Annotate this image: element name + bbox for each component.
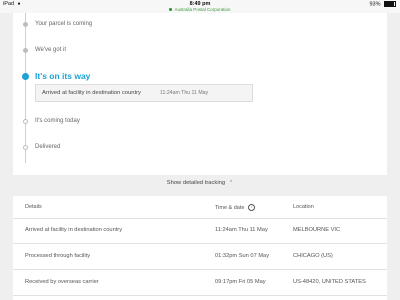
step-dot <box>23 48 28 53</box>
timeline-step-coming-today: It's coming today <box>13 116 373 128</box>
show-detailed-tracking-toggle[interactable]: Show detailed tracking ⌃ <box>0 180 400 186</box>
table-row: Arrived at facility in destination count… <box>13 218 387 244</box>
timeline-step-delivered: Delivered <box>13 142 373 154</box>
event-description: Arrived at facility in destination count… <box>42 90 141 96</box>
tracking-details-table: Details Time & date i Location Arrived at… <box>13 196 387 300</box>
row-time: 01:32pm Sun 07 May <box>215 253 270 259</box>
battery-icon <box>384 1 396 7</box>
battery-percent: 93% <box>369 1 381 8</box>
header-time-date: Time & date i <box>215 204 256 211</box>
step-dot <box>23 145 28 150</box>
step-label: Your parcel is coming <box>35 21 93 27</box>
header-time-date-label: Time & date <box>215 204 245 211</box>
header-details: Details <box>25 204 42 210</box>
timeline-step-got-it: We've got it <box>13 45 373 57</box>
step-label: It's coming today <box>35 118 80 124</box>
row-time: 09:17pm Fri 05 May <box>215 279 266 285</box>
timeline-step-parcel-coming: Your parcel is coming <box>13 19 373 31</box>
chevron-up-icon: ⌃ <box>229 180 234 186</box>
row-location: CHICAGO (US) <box>293 253 333 259</box>
current-event: Arrived at facility in destination count… <box>35 84 253 102</box>
status-right: 93% <box>369 1 396 7</box>
current-step-label: It's on its way <box>35 71 91 81</box>
event-time: 11:24am Thu 11 May <box>160 90 209 96</box>
step-dot <box>23 22 28 27</box>
step-dot <box>23 119 28 124</box>
step-label: Delivered <box>35 144 61 150</box>
timeline-line <box>25 13 26 163</box>
table-row: Received by overseas carrier 09:17pm Fri… <box>13 270 387 296</box>
row-details: Processed through facility <box>25 253 91 259</box>
site-name: Australia Postal Corporation <box>174 7 231 12</box>
timeline-step-on-its-way: It's on its way <box>13 71 373 83</box>
row-location: US-48420, UNITED STATES <box>293 279 366 285</box>
row-details: Arrived at facility in destination count… <box>25 227 123 233</box>
info-icon[interactable]: i <box>248 204 256 211</box>
row-details: Received by overseas carrier <box>25 279 99 285</box>
header-location: Location <box>293 204 314 210</box>
row-location: MELBOURNE VIC <box>293 227 341 233</box>
step-label: We've got it <box>35 47 67 53</box>
step-dot-active <box>22 73 29 80</box>
table-header: Details Time & date i Location <box>13 196 387 219</box>
toggle-label: Show detailed tracking <box>166 180 226 186</box>
status-bar: iPad ● 8:49 pm Australia Postal Corporat… <box>0 0 400 13</box>
row-time: 11:24am Thu 11 May <box>215 227 268 233</box>
lock-icon <box>169 8 173 12</box>
address-bar[interactable]: Australia Postal Corporation <box>0 7 400 12</box>
tracking-progress-card: Your parcel is coming We've got it It's … <box>13 13 387 175</box>
table-row: Processed through facility 01:32pm Sun 0… <box>13 244 387 270</box>
